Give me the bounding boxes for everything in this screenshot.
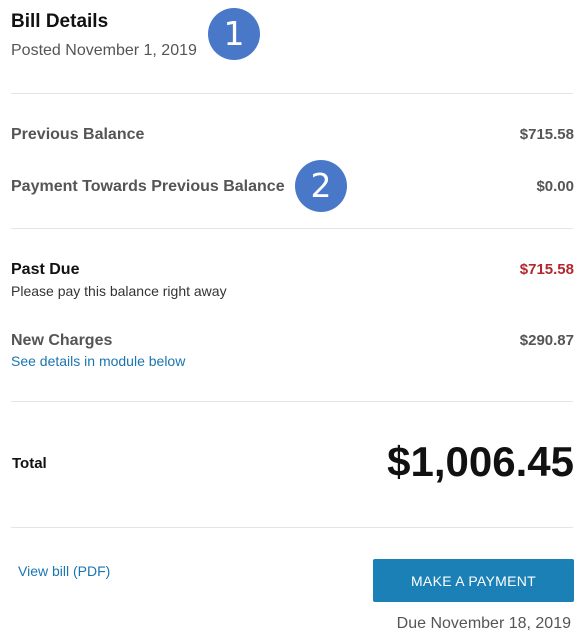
step-marker-1: 1 bbox=[208, 8, 260, 60]
make-payment-button[interactable]: MAKE A PAYMENT bbox=[373, 559, 574, 602]
divider bbox=[11, 93, 573, 94]
previous-balance-label: Previous Balance bbox=[11, 126, 145, 143]
payment-towards-label: Payment Towards Previous Balance bbox=[11, 178, 285, 195]
view-bill-pdf-link[interactable]: View bill (PDF) bbox=[18, 562, 110, 580]
past-due-note: Please pay this balance right away bbox=[11, 283, 227, 299]
past-due-label: Past Due bbox=[11, 261, 80, 278]
total-label: Total bbox=[12, 455, 47, 472]
due-date: Due November 18, 2019 bbox=[396, 615, 571, 632]
payment-towards-value: $0.00 bbox=[536, 178, 574, 195]
new-charges-label: New Charges bbox=[11, 332, 113, 349]
divider bbox=[11, 527, 573, 528]
divider bbox=[11, 401, 573, 402]
see-details-link[interactable]: See details in module below bbox=[11, 352, 185, 370]
total-amount: $1,006.45 bbox=[387, 438, 574, 485]
step-marker-2: 2 bbox=[295, 160, 347, 212]
posted-date: Posted November 1, 2019 bbox=[11, 42, 197, 59]
divider bbox=[11, 228, 573, 229]
previous-balance-value: $715.58 bbox=[519, 126, 574, 143]
new-charges-value: $290.87 bbox=[519, 332, 574, 349]
past-due-value: $715.58 bbox=[519, 261, 574, 278]
page-title: Bill Details bbox=[11, 11, 109, 32]
